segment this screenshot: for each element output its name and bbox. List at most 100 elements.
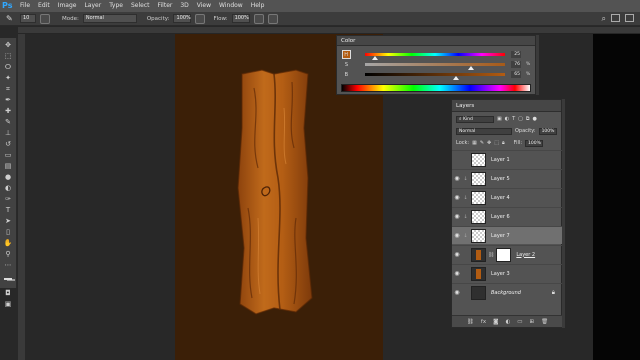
color-spectrum-bar[interactable] bbox=[341, 84, 531, 92]
gradient-tool-icon[interactable]: ▤ bbox=[3, 162, 14, 170]
healing-brush-tool-icon[interactable]: ✚ bbox=[3, 107, 14, 115]
blend-mode-select[interactable]: Normal bbox=[456, 127, 512, 135]
menu-layer[interactable]: Layer bbox=[80, 0, 105, 12]
type-tool-icon[interactable]: T bbox=[3, 206, 14, 214]
menu-3d[interactable]: 3D bbox=[176, 0, 192, 12]
layer-row[interactable]: ◉ ↓ Layer 4 bbox=[452, 188, 563, 206]
adjustment-icon[interactable]: ◐ bbox=[505, 319, 510, 325]
mode-select[interactable]: Normal bbox=[82, 14, 137, 23]
lock-all-icon[interactable]: 🔒︎ bbox=[502, 140, 505, 146]
crop-tool-icon[interactable]: ⌗ bbox=[3, 85, 14, 93]
layer-lock-icon[interactable]: 🔒︎ bbox=[552, 289, 555, 297]
layer-opacity-field[interactable]: 100% bbox=[538, 127, 557, 135]
menu-select[interactable]: Select bbox=[127, 0, 154, 12]
brush-tool-icon[interactable]: ✎ bbox=[6, 14, 16, 24]
layer-row[interactable]: ◉ Background 🔒︎ bbox=[452, 283, 563, 301]
mask-icon[interactable]: ◙ bbox=[493, 319, 498, 325]
history-brush-tool-icon[interactable]: ↺ bbox=[3, 140, 14, 148]
filter-toggle-icon[interactable]: ● bbox=[532, 116, 536, 122]
layers-panel-tab[interactable]: Layers bbox=[452, 100, 561, 112]
pressure-size-icon[interactable] bbox=[267, 13, 278, 24]
link-icon[interactable]: ⛓︎ bbox=[467, 319, 474, 325]
chain-icon[interactable]: ⛓︎ bbox=[488, 252, 494, 258]
lock-artboard-icon[interactable]: ⬚ bbox=[494, 140, 499, 146]
layer-row[interactable]: ◉ Layer 3 bbox=[452, 264, 563, 282]
lock-transparent-icon[interactable]: ▦ bbox=[472, 140, 477, 146]
layer-thumbnail[interactable] bbox=[471, 285, 486, 300]
layer-row[interactable]: ◉ ↓ Layer 6 bbox=[452, 207, 563, 225]
layer-thumbnail[interactable] bbox=[471, 266, 486, 281]
filter-type-icon[interactable]: T bbox=[512, 116, 515, 122]
layer-thumbnail[interactable] bbox=[471, 152, 486, 167]
filter-smart-object-icon[interactable]: ⧉ bbox=[526, 116, 530, 122]
slider-value-field[interactable]: 25 bbox=[511, 51, 521, 58]
visibility-eye-icon[interactable]: ◉ bbox=[452, 213, 462, 220]
layer-row[interactable]: ◉ ⛓︎ Layer 2 bbox=[452, 245, 563, 263]
dodge-tool-icon[interactable]: ◐ bbox=[3, 184, 14, 192]
brush-tool-icon[interactable]: ✎ bbox=[3, 118, 14, 126]
lock-image-icon[interactable]: ✎ bbox=[480, 140, 484, 146]
zoom-tool-icon[interactable]: ⚲ bbox=[3, 250, 14, 258]
visibility-eye-icon[interactable]: ◉ bbox=[452, 289, 462, 296]
pen-tool-icon[interactable]: ✑ bbox=[3, 195, 14, 203]
more-tools-icon[interactable]: ⋯ bbox=[3, 261, 14, 269]
visibility-eye-icon[interactable]: ◉ bbox=[452, 270, 462, 277]
visibility-eye-icon[interactable]: ◉ bbox=[452, 175, 462, 182]
lasso-tool-icon[interactable]: ⵔ bbox=[3, 63, 14, 71]
layer-filter-kind[interactable]: ⌕ Kind bbox=[456, 115, 494, 123]
layer-thumbnail[interactable] bbox=[471, 209, 486, 224]
layers-panel-scrollbar[interactable] bbox=[562, 99, 565, 328]
menu-image[interactable]: Image bbox=[54, 0, 81, 12]
hand-tool-icon[interactable]: ✋ bbox=[3, 239, 14, 247]
opacity-field[interactable]: 100% bbox=[173, 14, 192, 23]
filter-adjustment-icon[interactable]: ◐ bbox=[505, 116, 509, 122]
color-panel-tab[interactable]: Color bbox=[337, 36, 535, 46]
slider-value-field[interactable]: 65 bbox=[511, 71, 521, 78]
slider-track[interactable] bbox=[365, 73, 505, 76]
eraser-tool-icon[interactable]: ▭ bbox=[3, 151, 14, 159]
search-icon[interactable]: ⌕ bbox=[602, 14, 606, 24]
slider-value-field[interactable]: 76 bbox=[511, 61, 521, 68]
layer-thumbnail[interactable] bbox=[471, 190, 486, 205]
path-selection-tool-icon[interactable]: ➤ bbox=[3, 217, 14, 225]
visibility-eye-icon[interactable]: ◉ bbox=[452, 194, 462, 201]
quick-mask-icon[interactable]: ◘ bbox=[3, 289, 14, 297]
airbrush-icon[interactable] bbox=[253, 13, 264, 24]
screen-mode-icon[interactable]: ▣ bbox=[3, 300, 14, 308]
magic-wand-tool-icon[interactable]: ✦ bbox=[3, 74, 14, 82]
group-icon[interactable]: ▭ bbox=[517, 319, 522, 325]
slider-track[interactable] bbox=[365, 63, 505, 66]
visibility-eye-icon[interactable]: ◉ bbox=[452, 251, 462, 258]
slider-track[interactable] bbox=[365, 53, 505, 56]
menu-help[interactable]: Help bbox=[247, 0, 269, 12]
layer-mask-thumbnail[interactable] bbox=[496, 247, 512, 262]
color-panel-scrollbar[interactable] bbox=[536, 35, 539, 95]
move-tool-icon[interactable]: ✥ bbox=[3, 41, 14, 49]
clone-stamp-tool-icon[interactable]: ⊥ bbox=[3, 129, 14, 137]
layer-row[interactable]: ◉ ↓ Layer 7 bbox=[452, 226, 563, 244]
new-layer-icon[interactable]: ⊞ bbox=[529, 319, 534, 325]
fx-icon[interactable]: fx bbox=[481, 319, 486, 325]
menu-window[interactable]: Window bbox=[215, 0, 247, 12]
layer-thumbnail[interactable] bbox=[471, 228, 486, 243]
pressure-opacity-icon[interactable] bbox=[195, 13, 206, 24]
menu-type[interactable]: Type bbox=[105, 0, 127, 12]
lock-position-icon[interactable]: ✥ bbox=[487, 140, 491, 146]
menu-view[interactable]: View bbox=[193, 0, 215, 12]
layer-thumbnail[interactable] bbox=[471, 247, 486, 262]
slider-knob[interactable] bbox=[468, 66, 475, 70]
foreground-color-swatch[interactable] bbox=[4, 278, 12, 280]
layer-row[interactable]: ◉ ↓ Layer 5 bbox=[452, 169, 563, 187]
fill-field[interactable]: 100% bbox=[525, 139, 544, 147]
eyedropper-tool-icon[interactable]: ✒ bbox=[3, 96, 14, 104]
brush-panel-toggle-icon[interactable] bbox=[40, 13, 50, 24]
flow-field[interactable]: 100% bbox=[231, 14, 250, 23]
filter-shape-icon[interactable]: ▢ bbox=[518, 116, 523, 122]
menu-filter[interactable]: Filter bbox=[154, 0, 177, 12]
shape-tool-icon[interactable]: ▯ bbox=[3, 228, 14, 236]
brush-size-picker[interactable]: 10 bbox=[20, 14, 36, 23]
slider-knob[interactable] bbox=[371, 56, 378, 60]
menu-file[interactable]: File bbox=[16, 0, 34, 12]
filter-pixel-icon[interactable]: ▣ bbox=[497, 116, 502, 122]
blur-tool-icon[interactable]: ● bbox=[3, 173, 14, 181]
